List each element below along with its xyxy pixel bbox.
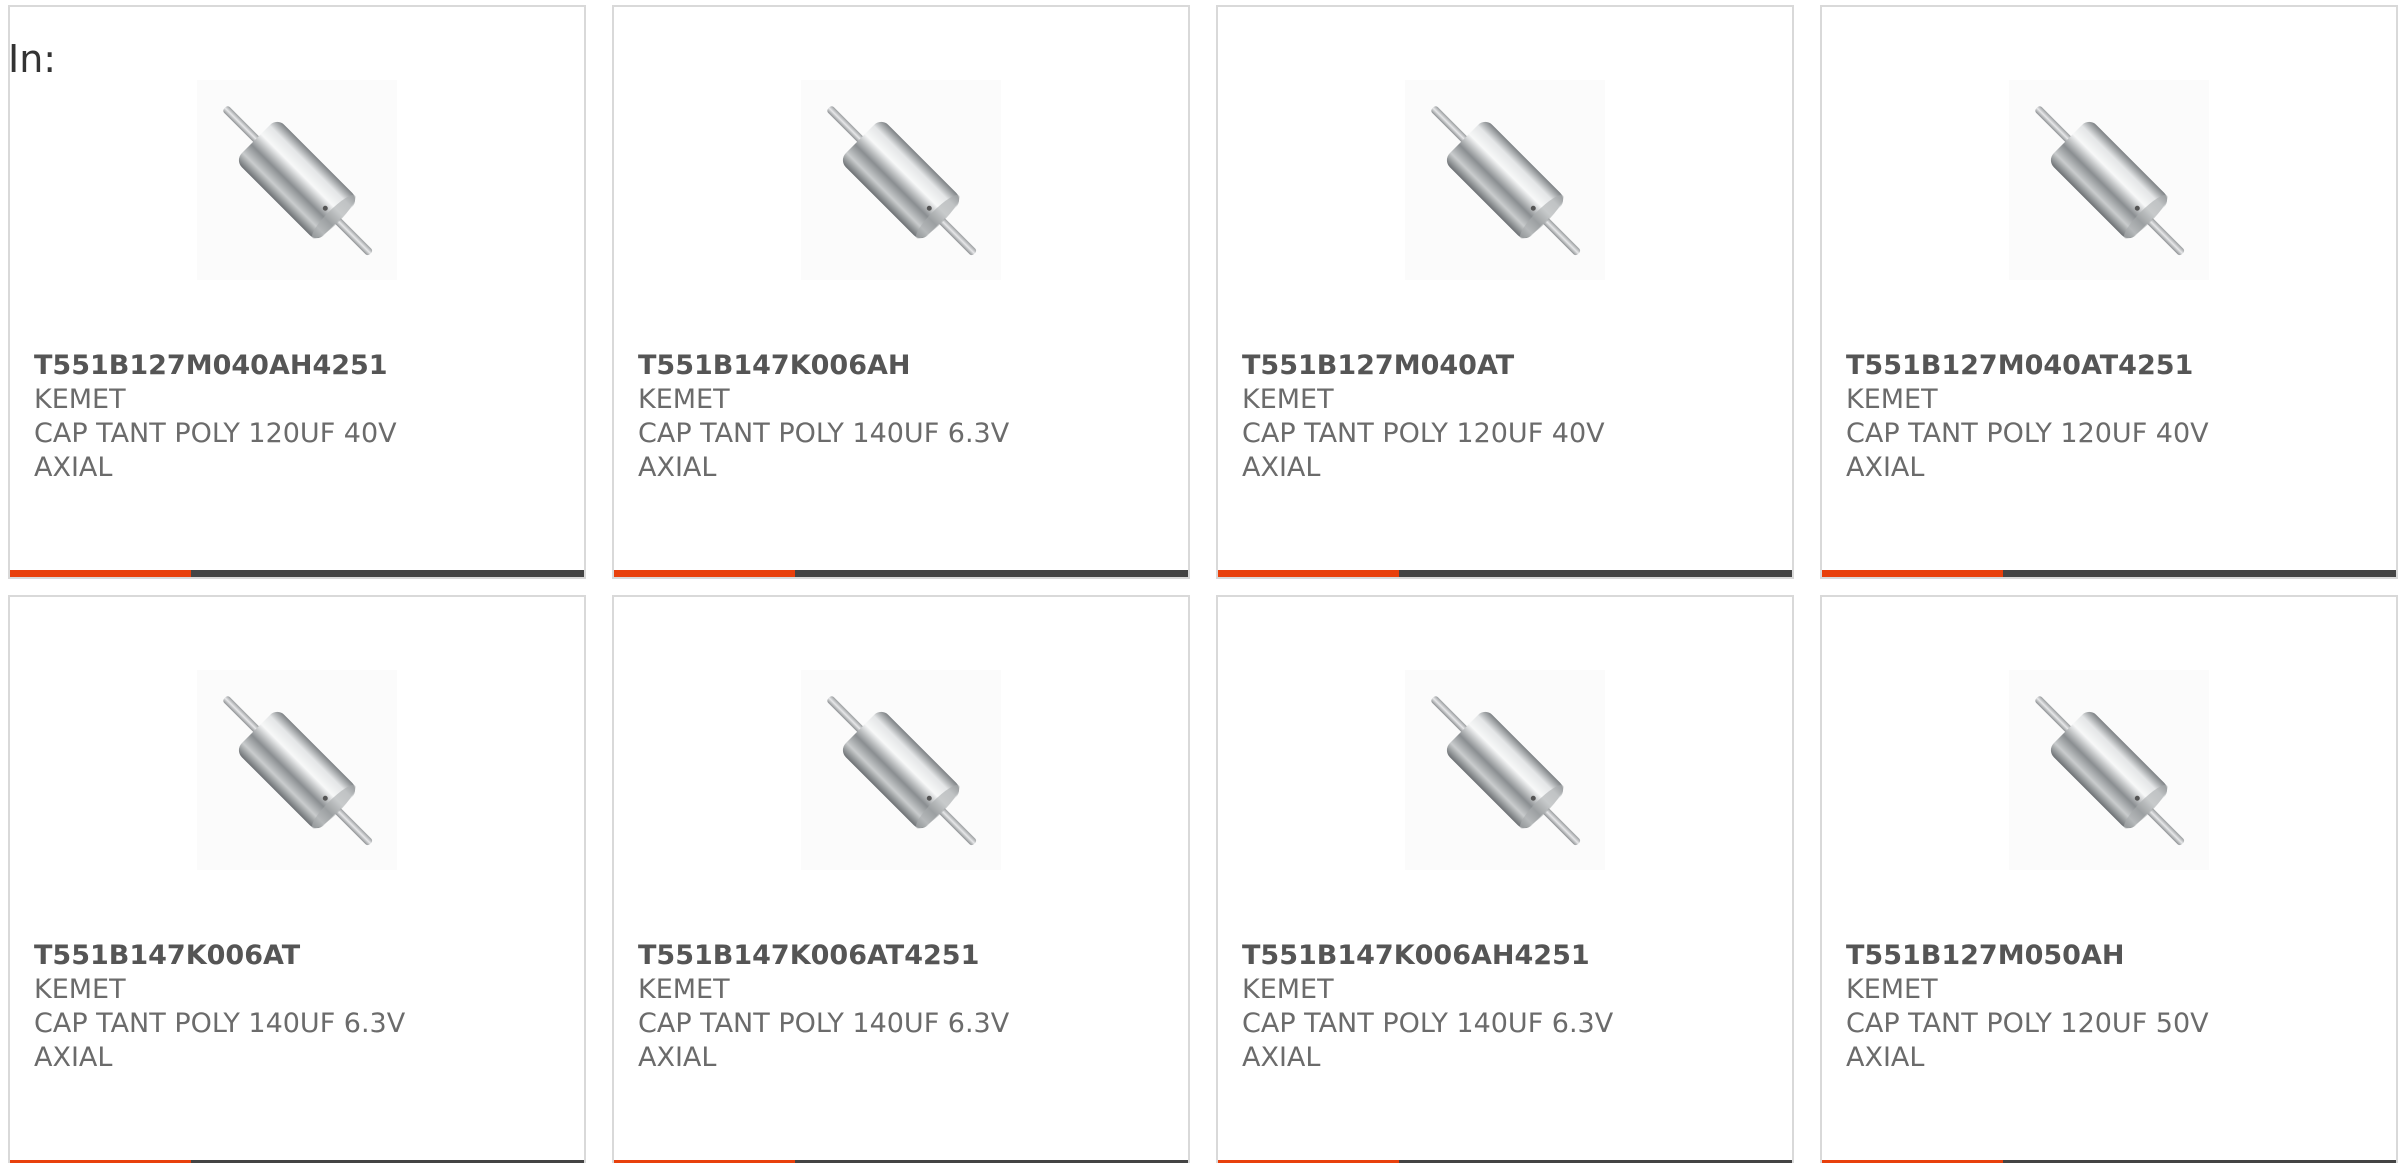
product-info: T551B147K006AT4251 KEMET CAP TANT POLY 140… [638, 939, 1158, 1075]
card-footer-accent [614, 570, 795, 577]
product-description: CAP TANT POLY 140UF 6.3V AXIAL [34, 1008, 406, 1073]
part-number-link[interactable]: T551B147K006AH [638, 349, 1158, 383]
product-info: T551B127M040AH4251 KEMET CAP TANT POLY 120… [34, 349, 554, 485]
card-footer-bar [614, 570, 1188, 577]
axial-capacitor-icon[interactable] [801, 670, 1001, 870]
part-number-link[interactable]: T551B127M040AH4251 [34, 349, 554, 383]
manufacturer: KEMET [1846, 974, 1938, 1005]
card-footer-bar [1822, 570, 2396, 577]
axial-capacitor-icon[interactable] [2009, 670, 2209, 870]
product-info: T551B127M040AT4251 KEMET CAP TANT POLY 120… [1846, 349, 2366, 485]
product-description: CAP TANT POLY 120UF 40V AXIAL [1846, 418, 2209, 483]
product-info: T551B127M050AH KEMET CAP TANT POLY 120UF 5… [1846, 939, 2366, 1075]
product-card[interactable]: T551B147K006AH KEMET CAP TANT POLY 140UF 6… [612, 5, 1190, 579]
product-card[interactable]: T551B127M040AT KEMET CAP TANT POLY 120UF 4… [1216, 5, 1794, 579]
axial-capacitor-icon[interactable] [1405, 80, 1605, 280]
axial-capacitor-icon[interactable] [2009, 80, 2209, 280]
axial-capacitor-icon[interactable] [1405, 670, 1605, 870]
product-description: CAP TANT POLY 140UF 6.3V AXIAL [638, 1008, 1010, 1073]
axial-capacitor-icon[interactable] [197, 80, 397, 280]
product-description: CAP TANT POLY 120UF 40V AXIAL [34, 418, 397, 483]
part-number-link[interactable]: T551B147K006AT [34, 939, 554, 973]
product-card[interactable]: T551B127M040AH4251 KEMET CAP TANT POLY 120… [8, 5, 586, 579]
product-info: T551B147K006AT KEMET CAP TANT POLY 140UF 6… [34, 939, 554, 1075]
axial-capacitor-icon[interactable] [197, 670, 397, 870]
product-card[interactable]: T551B147K006AH4251 KEMET CAP TANT POLY 140… [1216, 595, 1794, 1163]
manufacturer: KEMET [34, 974, 126, 1005]
card-footer-accent [1218, 570, 1399, 577]
product-description: CAP TANT POLY 140UF 6.3V AXIAL [638, 418, 1010, 483]
manufacturer: KEMET [638, 384, 730, 415]
manufacturer: KEMET [1242, 974, 1334, 1005]
card-footer-bar [10, 570, 584, 577]
manufacturer: KEMET [638, 974, 730, 1005]
product-description: CAP TANT POLY 120UF 40V AXIAL [1242, 418, 1605, 483]
product-info: T551B147K006AH KEMET CAP TANT POLY 140UF 6… [638, 349, 1158, 485]
part-number-link[interactable]: T551B127M040AT4251 [1846, 349, 2366, 383]
product-description: CAP TANT POLY 140UF 6.3V AXIAL [1242, 1008, 1614, 1073]
product-info: T551B147K006AH4251 KEMET CAP TANT POLY 140… [1242, 939, 1762, 1075]
card-footer-accent [1822, 570, 2003, 577]
product-grid: T551B127M040AH4251 KEMET CAP TANT POLY 120… [8, 5, 2398, 1163]
card-footer-bar [1218, 570, 1792, 577]
part-number-link[interactable]: T551B147K006AT4251 [638, 939, 1158, 973]
product-results-page: In: T551B127M040AH4251 KEMET CAP TANT POLY… [0, 0, 2400, 1163]
part-number-link[interactable]: T551B127M050AH [1846, 939, 2366, 973]
part-number-link[interactable]: T551B147K006AH4251 [1242, 939, 1762, 973]
product-card[interactable]: T551B127M040AT4251 KEMET CAP TANT POLY 120… [1820, 5, 2398, 579]
manufacturer: KEMET [1846, 384, 1938, 415]
manufacturer: KEMET [34, 384, 126, 415]
filter-in-label: In: [8, 37, 57, 81]
product-card[interactable]: T551B147K006AT KEMET CAP TANT POLY 140UF 6… [8, 595, 586, 1163]
product-card[interactable]: T551B147K006AT4251 KEMET CAP TANT POLY 140… [612, 595, 1190, 1163]
product-card[interactable]: T551B127M050AH KEMET CAP TANT POLY 120UF 5… [1820, 595, 2398, 1163]
card-footer-accent [10, 570, 191, 577]
part-number-link[interactable]: T551B127M040AT [1242, 349, 1762, 383]
product-description: CAP TANT POLY 120UF 50V AXIAL [1846, 1008, 2209, 1073]
product-info: T551B127M040AT KEMET CAP TANT POLY 120UF 4… [1242, 349, 1762, 485]
axial-capacitor-icon[interactable] [801, 80, 1001, 280]
manufacturer: KEMET [1242, 384, 1334, 415]
